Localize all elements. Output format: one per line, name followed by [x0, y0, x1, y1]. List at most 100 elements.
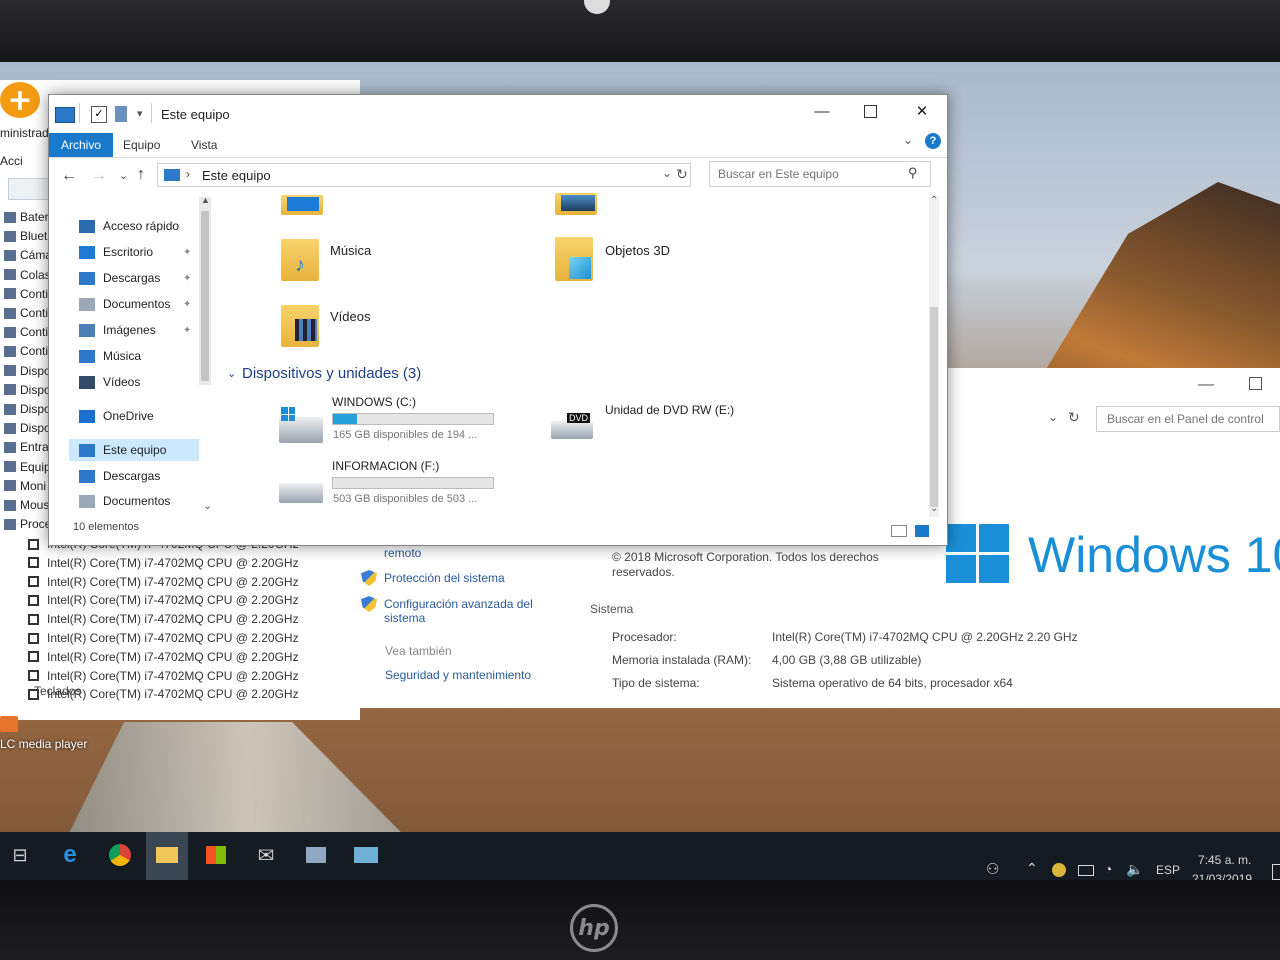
- nav-item[interactable]: Imágenes ✦: [79, 319, 191, 341]
- address-dropdown-chevron-icon[interactable]: ⌄: [662, 166, 672, 180]
- nav-item[interactable]: Vídeos: [79, 371, 140, 393]
- tab-vista[interactable]: Vista: [179, 133, 229, 157]
- nav-item[interactable]: Escritorio ✦: [79, 241, 191, 263]
- nav-pane-scroll-thumb[interactable]: [201, 211, 209, 381]
- 3d-objects-folder-icon[interactable]: [555, 237, 593, 281]
- nav-item[interactable]: Descargas: [79, 465, 160, 487]
- dvd-drive-label[interactable]: Unidad de DVD RW (E:): [605, 403, 734, 417]
- device-category-icon: [4, 230, 16, 242]
- music-folder-label[interactable]: Música: [330, 243, 371, 258]
- drive-c-label[interactable]: WINDOWS (C:): [332, 395, 416, 409]
- control-panel-icon[interactable]: [352, 842, 380, 868]
- refresh-icon[interactable]: ↻: [1068, 409, 1080, 426]
- show-hidden-icons-chevron-icon[interactable]: ⌃: [1026, 860, 1038, 877]
- 3d-objects-folder-label[interactable]: Objetos 3D: [605, 243, 670, 258]
- properties-checkmark-icon[interactable]: ✓: [91, 106, 107, 123]
- content-scrollbar[interactable]: [929, 197, 939, 517]
- help-icon[interactable]: ?: [925, 133, 941, 149]
- tab-equipo[interactable]: Equipo: [111, 133, 172, 157]
- recent-locations-chevron-icon[interactable]: ⌄: [119, 169, 128, 182]
- pictures-folder-icon[interactable]: [555, 193, 597, 215]
- file-explorer-icon[interactable]: [153, 842, 181, 868]
- drive-f-label[interactable]: INFORMACION (F:): [332, 459, 439, 473]
- nav-item[interactable]: Acceso rápido: [79, 215, 179, 237]
- section-collapse-chevron-icon[interactable]: ⌄: [227, 367, 236, 380]
- nav-scroll-up-icon[interactable]: ▲: [201, 195, 210, 205]
- minimize-button[interactable]: —: [1198, 376, 1214, 394]
- drive-f-icon[interactable]: [279, 483, 323, 503]
- nav-item[interactable]: Música: [79, 345, 141, 367]
- music-folder-icon[interactable]: ♪: [281, 239, 319, 281]
- volume-icon[interactable]: 🔈: [1126, 861, 1143, 878]
- system-protection-link[interactable]: Protección del sistema: [384, 571, 505, 585]
- up-arrow-icon[interactable]: ↑: [137, 166, 145, 184]
- breadcrumb-current[interactable]: Este equipo: [202, 168, 271, 183]
- content-scroll-down-icon[interactable]: ⌄: [930, 503, 938, 514]
- maximize-button[interactable]: [1249, 377, 1262, 390]
- chrome-icon[interactable]: [106, 842, 134, 868]
- vlc-icon[interactable]: [0, 716, 18, 732]
- search-input[interactable]: [710, 162, 900, 186]
- edge-icon[interactable]: e: [56, 841, 84, 868]
- processor-item[interactable]: Intel(R) Core(TM) i7-4702MQ CPU @ 2.20GH…: [28, 667, 299, 685]
- notification-center-icon[interactable]: [1272, 864, 1280, 880]
- tray-app-icon[interactable]: [1052, 863, 1066, 877]
- new-folder-icon[interactable]: [115, 106, 127, 122]
- devmgr-category-teclados[interactable]: Teclados: [34, 684, 81, 698]
- nav-scroll-down-icon[interactable]: ⌄: [203, 499, 212, 512]
- windows-drive-icon[interactable]: [279, 407, 323, 443]
- desktop-folder-icon[interactable]: [281, 195, 323, 215]
- processor-item[interactable]: Intel(R) Core(TM) i7-4702MQ CPU @ 2.20GH…: [28, 573, 299, 591]
- task-view-icon[interactable]: ⊟: [6, 842, 34, 868]
- nav-item[interactable]: Este equipo: [69, 439, 199, 461]
- search-box[interactable]: ⚲: [709, 161, 931, 187]
- ribbon-expand-chevron-icon[interactable]: ⌄: [903, 133, 913, 147]
- wifi-icon[interactable]: ◔: [1104, 861, 1112, 877]
- device-category-icon: [4, 480, 16, 492]
- dvd-drive-icon[interactable]: DVD: [551, 413, 593, 439]
- control-panel-search-box[interactable]: [1096, 406, 1280, 432]
- tab-archivo[interactable]: Archivo: [49, 133, 114, 157]
- vlc-desktop-label[interactable]: LC media player: [0, 737, 87, 751]
- address-bar[interactable]: › Este equipo ⌄ ↻: [157, 163, 691, 187]
- processor-item[interactable]: Intel(R) Core(TM) i7-4702MQ CPU @ 2.20GH…: [28, 629, 299, 647]
- devices-section-header[interactable]: Dispositivos y unidades (3): [242, 365, 421, 382]
- back-arrow-icon[interactable]: ←: [61, 167, 77, 185]
- people-icon[interactable]: ⚇: [986, 860, 999, 878]
- processor-item[interactable]: Intel(R) Core(TM) i7-4702MQ CPU @ 2.20GH…: [28, 554, 299, 572]
- nav-item[interactable]: Documentos ✦: [79, 293, 191, 315]
- drive-f-free-space: 503 GB disponibles de 503 ...: [333, 493, 478, 505]
- refresh-icon[interactable]: ↻: [676, 166, 688, 183]
- devmgr-menu-action[interactable]: Acci: [0, 154, 23, 168]
- nav-pane-scrollbar[interactable]: [199, 197, 211, 385]
- content-scroll-thumb[interactable]: [930, 307, 938, 507]
- close-button[interactable]: ✕: [907, 99, 937, 123]
- chevron-down-icon[interactable]: ⌄: [1048, 410, 1058, 424]
- input-language[interactable]: ESP: [1156, 863, 1180, 877]
- clock-time[interactable]: 7:45 a. m.: [1198, 853, 1251, 867]
- maximize-button[interactable]: [855, 99, 885, 123]
- remote-link[interactable]: remoto: [384, 546, 421, 560]
- videos-folder-label[interactable]: Vídeos: [330, 309, 370, 324]
- advanced-settings-link[interactable]: Configuración avanzada del sistema: [384, 597, 554, 625]
- battery-icon[interactable]: [1078, 865, 1094, 876]
- large-icons-view-icon[interactable]: [915, 525, 929, 537]
- store-icon[interactable]: [202, 842, 230, 868]
- mail-icon[interactable]: ✉: [252, 842, 280, 868]
- control-panel-search-input[interactable]: [1097, 407, 1280, 431]
- processor-item[interactable]: Intel(R) Core(TM) i7-4702MQ CPU @ 2.20GH…: [28, 610, 299, 628]
- minimize-button[interactable]: —: [807, 99, 837, 123]
- forward-arrow-icon[interactable]: →: [91, 167, 107, 185]
- nav-item[interactable]: OneDrive: [79, 405, 154, 427]
- videos-folder-icon[interactable]: [281, 305, 319, 347]
- processor-item[interactable]: Intel(R) Core(TM) i7-4702MQ CPU @ 2.20GH…: [28, 648, 299, 666]
- security-maintenance-link[interactable]: Seguridad y mantenimiento: [385, 668, 531, 682]
- nav-item[interactable]: Descargas ✦: [79, 267, 191, 289]
- search-icon[interactable]: ⚲: [908, 165, 918, 181]
- quick-access-toolbar-chevron-icon[interactable]: ▾: [137, 107, 143, 120]
- processor-item[interactable]: Intel(R) Core(TM) i7-4702MQ CPU @ 2.20GH…: [28, 591, 299, 609]
- nav-item[interactable]: Documentos: [79, 490, 170, 512]
- content-scroll-up-icon[interactable]: ⌃: [930, 195, 938, 206]
- app-icon[interactable]: [302, 842, 330, 868]
- details-view-icon[interactable]: [891, 525, 907, 537]
